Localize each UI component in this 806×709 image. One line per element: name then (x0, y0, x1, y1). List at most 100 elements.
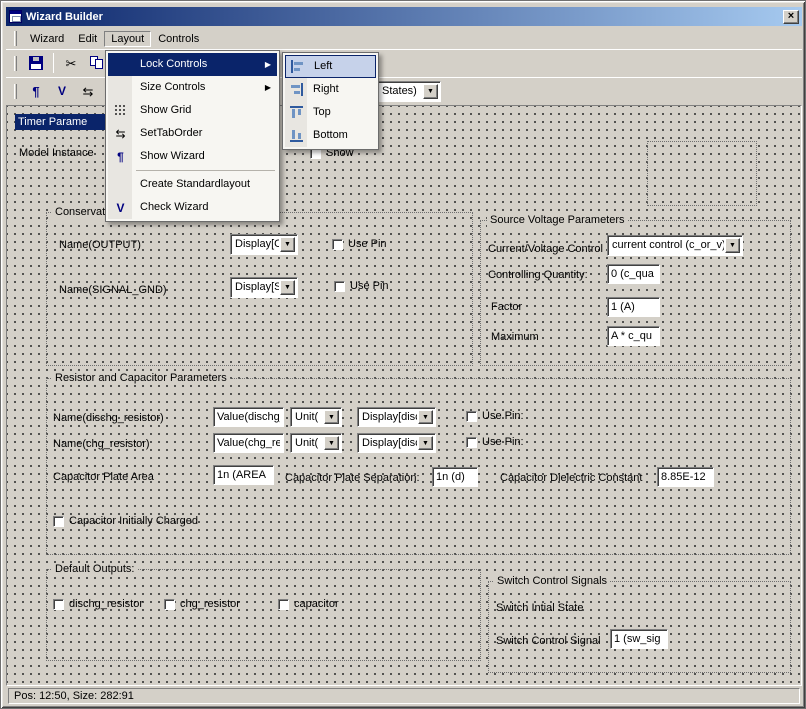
combobox-arrow[interactable]: ▼ (324, 436, 339, 450)
chg-value-input[interactable] (213, 433, 284, 453)
signalgnd-display-combobox[interactable]: Display[SIGNA ▼ (230, 277, 298, 298)
timer-parameters-caption[interactable]: Timer Parame (15, 114, 106, 130)
toolbar-separator (53, 53, 54, 73)
close-button[interactable]: × (783, 10, 799, 24)
combobox-arrow[interactable]: ▼ (418, 436, 433, 450)
status-panel: Pos: 12:50, Size: 282:91 (8, 688, 800, 704)
combobox-value: current control (c_or_v) (612, 239, 724, 251)
submenu-item-top[interactable]: Top (285, 101, 376, 124)
chevron-down-icon: ▼ (729, 242, 736, 249)
combobox-value: Display[dischg (362, 411, 417, 423)
menu-item-size-controls[interactable]: Size Controls ▶ (108, 76, 277, 99)
menu-item-label: Show Wizard (140, 150, 205, 162)
controlling-quantity-input[interactable] (607, 264, 660, 284)
submenu-item-bottom[interactable]: Bottom (285, 124, 376, 147)
plate-separation-input[interactable] (432, 467, 478, 487)
chg-usepin-checkbox[interactable]: Use Pin: (466, 436, 524, 448)
chevron-down-icon: ▼ (328, 414, 335, 421)
cut-button[interactable]: ✂ (59, 52, 83, 74)
menu-item-label: SetTabOrder (140, 127, 202, 139)
menubar-grip[interactable] (14, 31, 17, 46)
menu-item-settaborder[interactable]: ⇆ SetTabOrder (108, 122, 277, 145)
menu-controls[interactable]: Controls (151, 31, 206, 47)
dielectric-label: Capacitor Dielectric Constant (500, 472, 642, 484)
combobox-arrow[interactable]: ▼ (324, 410, 339, 424)
output-usepin-checkbox[interactable]: Use Pin (332, 238, 387, 250)
combobox-value: Display[SIGNA (235, 281, 279, 293)
switch-control-group (488, 581, 791, 673)
combobox-value: Display[dischg (362, 437, 417, 449)
save-button[interactable] (24, 52, 48, 74)
save-icon (29, 56, 43, 70)
dischg-display-combobox[interactable]: Display[dischg ▼ (357, 407, 436, 427)
window-title: Wizard Builder (26, 11, 783, 23)
menu-item-show-grid[interactable]: Show Grid (108, 99, 277, 122)
switch-control-signal-input[interactable] (610, 629, 668, 649)
checkbox-box[interactable] (332, 239, 343, 250)
states-combobox-arrow[interactable]: ▼ (423, 84, 438, 99)
menu-item-label: Create Standardlayout (140, 178, 250, 190)
menu-item-lock-controls[interactable]: Lock Controls ▶ (108, 53, 277, 76)
controlling-quantity-label: Controlling Quantity: (488, 269, 588, 281)
menu-layout[interactable]: Layout (104, 31, 151, 47)
cv-control-combobox[interactable]: current control (c_or_v) ▼ (607, 235, 743, 256)
copy-icon (90, 56, 104, 70)
output-dischg-checkbox[interactable]: dischg_resistor (53, 598, 143, 610)
checkbox-box[interactable] (53, 516, 64, 527)
dischg-unit-combobox[interactable]: Unit( ▼ (290, 407, 342, 427)
output-display-combobox[interactable]: Display[OUTPU ▼ (230, 234, 298, 255)
taborder-button[interactable]: ⇆ (76, 80, 100, 102)
cut-icon: ✂ (66, 57, 77, 70)
menu-item-create-standardlayout[interactable]: Create Standardlayout (108, 173, 277, 196)
signalgnd-usepin-checkbox[interactable]: Use Pin (334, 280, 389, 292)
checkbox-box[interactable] (466, 411, 477, 422)
app-icon[interactable] (9, 10, 22, 23)
checkbox-box[interactable] (334, 281, 345, 292)
menu-item-label: Size Controls (140, 81, 205, 93)
combobox-arrow[interactable]: ▼ (280, 237, 295, 252)
taborder-icon: ⇆ (112, 125, 129, 142)
chg-display-combobox[interactable]: Display[dischg ▼ (357, 433, 436, 453)
switch-initial-state-label: Switch Intial State (496, 602, 583, 614)
checkbox-box[interactable] (53, 599, 64, 610)
grid-icon (112, 102, 129, 119)
title-bar[interactable]: Wizard Builder × (6, 7, 802, 26)
chg-unit-combobox[interactable]: Unit( ▼ (290, 433, 342, 453)
maximum-input[interactable] (607, 326, 660, 346)
show-wizard-button[interactable]: ¶ (24, 80, 48, 102)
checkbox-box[interactable] (278, 599, 289, 610)
initially-charged-checkbox[interactable]: Capacitor Initially Charged (53, 515, 198, 527)
chevron-down-icon: ▼ (284, 241, 291, 248)
checkbox-label: Capacitor Initially Charged (69, 515, 198, 527)
plate-area-label: Capacitor Plate Area (53, 471, 154, 483)
plate-area-input[interactable] (213, 465, 274, 485)
dischg-resistor-label: Name(dischg_resistor) (53, 412, 164, 424)
chevron-down-icon: ▼ (284, 284, 291, 291)
toolbar2-grip[interactable] (14, 84, 17, 99)
combobox-arrow[interactable]: ▼ (280, 280, 295, 295)
output-capacitor-checkbox[interactable]: capacitor (278, 598, 339, 610)
menu-item-label: Lock Controls (140, 58, 207, 70)
menu-item-check-wizard[interactable]: V Check Wizard (108, 196, 277, 219)
layout-menu-popup: Lock Controls ▶ Size Controls ▶ Show Gri… (105, 50, 280, 222)
output-chg-checkbox[interactable]: chg_resistor (164, 598, 240, 610)
submenu-item-left[interactable]: Left (285, 55, 376, 78)
checkbox-label: chg_resistor (180, 598, 240, 610)
combobox-arrow[interactable]: ▼ (725, 238, 740, 253)
combobox-arrow[interactable]: ▼ (418, 410, 433, 424)
chevron-down-icon: ▼ (427, 88, 434, 95)
checkbox-box[interactable] (466, 437, 477, 448)
menu-wizard[interactable]: Wizard (23, 31, 71, 47)
menu-edit[interactable]: Edit (71, 31, 104, 47)
dischg-value-input[interactable] (213, 407, 284, 427)
checkbox-box[interactable] (164, 599, 175, 610)
factor-input[interactable] (607, 297, 660, 317)
menu-item-show-wizard[interactable]: ¶ Show Wizard (108, 145, 277, 168)
source-voltage-caption: Source Voltage Parameters (487, 214, 628, 227)
dielectric-input[interactable] (657, 467, 714, 487)
submenu-item-right[interactable]: Right (285, 78, 376, 101)
taborder-icon: ⇆ (83, 85, 94, 98)
dischg-usepin-checkbox[interactable]: Use Pin: (466, 410, 524, 422)
toolbar1-grip[interactable] (14, 56, 17, 71)
check-wizard-button[interactable]: V (50, 80, 74, 102)
